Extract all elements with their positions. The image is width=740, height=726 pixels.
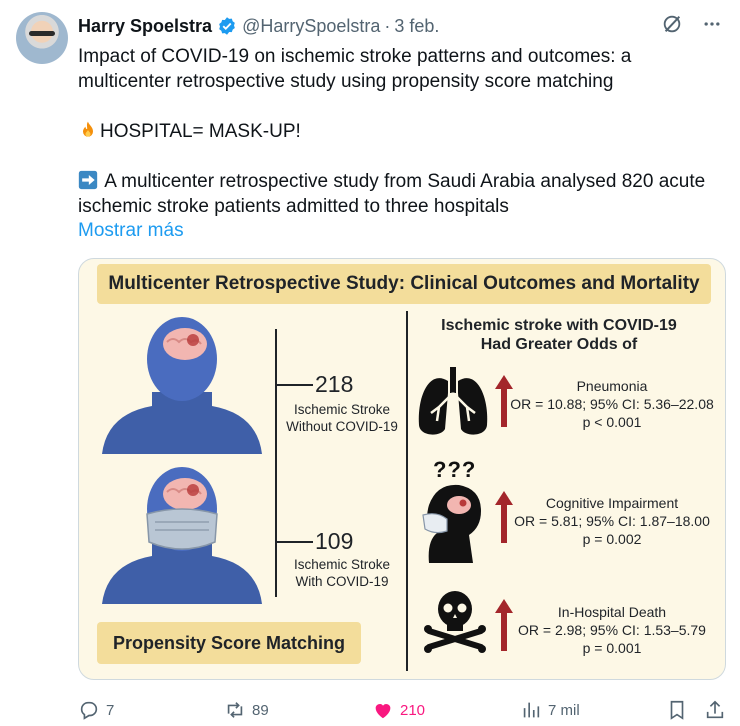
tweet-text-title: Impact of COVID-19 on ischemic stroke pa… <box>78 46 632 92</box>
outcome-or: OR = 2.98; 95% CI: 1.53–5.79 <box>518 622 706 638</box>
separator: · <box>384 15 391 36</box>
outcome-name: Cognitive Impairment <box>545 495 679 511</box>
bookmark-icon <box>670 700 684 720</box>
infographic-image[interactable]: Multicenter Retrospective Study: Clinica… <box>78 258 726 680</box>
group2-count: 109 <box>315 528 354 554</box>
more-options-icon[interactable] <box>700 12 724 36</box>
center-divider <box>406 311 408 671</box>
avatar[interactable] <box>16 12 68 64</box>
bracket-tick-2 <box>277 541 313 543</box>
fire-icon <box>83 121 93 137</box>
reply-count: 7 <box>106 701 115 719</box>
head-without-mask-illustration <box>102 317 262 454</box>
group1-label-line1: Ischemic Stroke <box>293 402 391 417</box>
show-more-link[interactable]: Mostrar más <box>78 220 184 242</box>
right-heading-line1: Ischemic stroke with COVID-19 <box>441 317 677 334</box>
verified-badge-icon <box>219 17 235 35</box>
right-heading: Ischemic stroke with COVID-19 Had Greate… <box>409 316 709 354</box>
retweet-count: 89 <box>252 701 269 719</box>
outcome-death: In-Hospital Death OR = 2.98; 95% CI: 1.5… <box>497 603 725 657</box>
bookmark-button[interactable] <box>666 696 688 724</box>
views-chart-icon <box>523 702 540 718</box>
avatar-glasses <box>29 31 55 36</box>
propensity-score-label: Propensity Score Matching <box>97 622 361 664</box>
grok-icon[interactable] <box>660 12 684 36</box>
outcome-cognitive: Cognitive Impairment OR = 5.81; 95% CI: … <box>497 494 725 548</box>
outcome-p: p < 0.001 <box>582 414 642 430</box>
bracket-tick-1 <box>277 384 313 386</box>
views-count: 7 mil <box>548 701 580 719</box>
outcome-name: Pneumonia <box>576 378 648 394</box>
like-count: 210 <box>400 701 426 719</box>
views-button[interactable]: 7 mil <box>520 696 580 724</box>
skull-crossbones-icon <box>424 591 486 653</box>
outcome-pneumonia: Pneumonia OR = 10.88; 95% CI: 5.36–22.08… <box>497 377 725 431</box>
head-with-mask-illustration <box>102 467 262 604</box>
heart-icon <box>375 704 391 719</box>
retweet-icon <box>227 702 243 718</box>
author-handle[interactable]: @HarrySpoelstra <box>242 16 380 37</box>
tweet-text-study: A multicenter retrospective study from S… <box>78 170 728 219</box>
bracket-line <box>275 329 277 597</box>
outcome-or: OR = 10.88; 95% CI: 5.36–22.08 <box>510 396 714 412</box>
study-text: A multicenter retrospective study from S… <box>78 171 706 217</box>
outcome-p: p = 0.001 <box>582 640 642 656</box>
tweet-date[interactable]: 3 feb. <box>394 16 439 37</box>
right-heading-line2: Had Greater Odds of <box>480 336 638 353</box>
group2-label-line2: With COVID-19 <box>295 574 389 589</box>
like-button[interactable]: 210 <box>372 696 425 724</box>
cognitive-head-icon <box>422 484 481 563</box>
infographic-title: Multicenter Retrospective Study: Clinica… <box>97 264 711 304</box>
group1-count: 218 <box>315 371 354 397</box>
question-marks: ??? <box>433 457 477 482</box>
right-arrow-icon <box>78 170 98 190</box>
header-actions <box>660 12 724 36</box>
group2-label-line1: Ischemic Stroke <box>293 557 391 572</box>
tweet-text-hospital: HOSPITAL= MASK-UP! <box>78 120 728 145</box>
share-button[interactable] <box>704 696 726 724</box>
tweet-actions: 7 89 210 7 mil <box>78 696 726 724</box>
share-icon <box>706 700 724 719</box>
retweet-button[interactable]: 89 <box>224 696 269 724</box>
lungs-icon <box>418 367 488 435</box>
reply-icon <box>80 701 98 720</box>
reply-button[interactable]: 7 <box>78 696 114 724</box>
outcome-p: p = 0.002 <box>582 531 642 547</box>
outcome-or: OR = 5.81; 95% CI: 1.87–18.00 <box>514 513 710 529</box>
author-name[interactable]: Harry Spoelstra <box>78 16 212 37</box>
tweet-header: Harry Spoelstra @HarrySpoelstra · 3 feb. <box>78 14 724 38</box>
group1-label-line2: Without COVID-19 <box>286 419 398 434</box>
outcome-name: In-Hospital Death <box>557 604 667 620</box>
hospital-text: HOSPITAL= MASK-UP! <box>100 121 301 142</box>
